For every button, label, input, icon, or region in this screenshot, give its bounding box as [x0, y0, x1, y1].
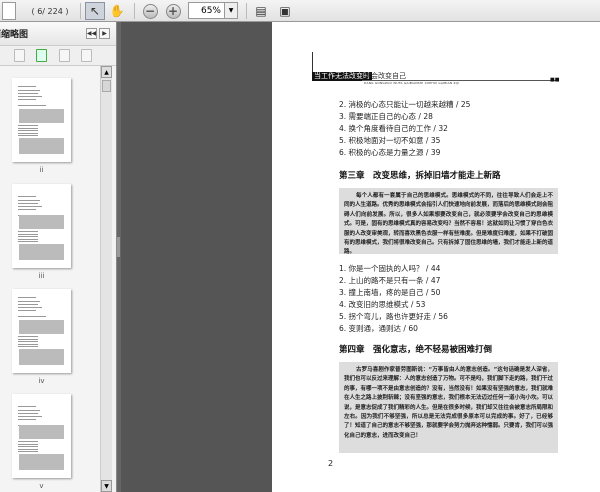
toc-entry: 3. 需要端正自己的心态 / 28	[339, 112, 433, 121]
chapter-intro: 古罗马喜剧作家普劳图斯说：“万事皆由人的意志创造。”这句话确是发人深省，我们也可…	[339, 362, 558, 453]
thumbnail-label: iv	[38, 377, 45, 385]
toc-entry: 6. 变则通，通则达 / 60	[339, 324, 418, 333]
fit-width-icon[interactable]: ▤	[254, 2, 268, 20]
delete-page-icon[interactable]	[14, 49, 25, 62]
document-page: 当工作无法改变时 学会改变自己 DANG GONGZUO WUFA GAIBIA…	[272, 22, 600, 492]
panel-splitter[interactable]	[116, 22, 121, 492]
toc-entry: 2. 消极的心态只能让一切越来越糟 / 25	[339, 100, 471, 109]
scroll-thumb[interactable]	[102, 80, 111, 92]
extract-page-icon[interactable]	[36, 49, 47, 62]
scroll-down-icon[interactable]: ▼	[101, 480, 112, 492]
zoom-dropdown-icon[interactable]: ▼	[224, 2, 238, 19]
page-thumbnail[interactable]	[12, 78, 71, 162]
toc-entry: 5. 积极地面对一切不如意 / 35	[339, 136, 441, 145]
separator	[246, 3, 247, 19]
panel-title: 页面缩略图	[0, 30, 29, 40]
toc-entry: 2. 上山的路不是只有一条 / 47	[339, 276, 441, 285]
collapse-panel-button[interactable]: ◀◀	[86, 28, 97, 39]
toc-entry: 5. 拐个弯儿，路也许更好走 / 56	[339, 312, 448, 321]
thumbnail-label: ii	[39, 166, 44, 174]
page-thumbnail[interactable]	[12, 289, 71, 373]
toc-entry: 3. 撞上南墙，疼的是自己 / 50	[339, 288, 441, 297]
thumbnails-panel: 页面缩略图 ◀◀ ▶ iiiiiivv ▲ ▼	[0, 22, 116, 492]
header-dots: ■■	[550, 77, 560, 83]
toc-entry: 6. 积极的心态是力量之源 / 39	[339, 148, 441, 157]
page-number: 2	[328, 459, 334, 468]
panel-options-button[interactable]: ▶	[99, 28, 110, 39]
page-thumbnail[interactable]	[12, 184, 71, 268]
print-page-icon[interactable]	[81, 49, 92, 62]
thumbnail-list: ii iii iv v	[0, 66, 100, 492]
thumbnail-label: v	[39, 482, 44, 490]
separator	[80, 3, 81, 19]
page-number-input[interactable]	[2, 2, 16, 20]
panel-header: 页面缩略图 ◀◀ ▶	[0, 22, 116, 46]
zoom-out-icon[interactable]: −	[141, 2, 159, 20]
chapter-heading: 第四章 强化意志，绝不轻易被困难打倒	[339, 345, 493, 355]
select-tool-icon[interactable]: ↖	[85, 2, 105, 20]
hand-tool-icon[interactable]: ✋	[108, 2, 126, 20]
toc-entry: 4. 改变旧的思维模式 / 53	[339, 300, 426, 309]
rotate-page-icon[interactable]	[59, 49, 70, 62]
thumbnail-label: iii	[38, 272, 45, 280]
running-header-pinyin: DANG GONGZUO WUFA GAIBIANSHI XUEHUI GAIB…	[364, 81, 459, 85]
separator	[134, 3, 135, 19]
scroll-up-icon[interactable]: ▲	[101, 66, 112, 78]
page-thumbnail[interactable]	[12, 394, 71, 478]
panel-toolbar	[0, 46, 116, 66]
zoom-in-icon[interactable]: +	[164, 2, 182, 20]
toc-entry: 4. 换个角度看待自己的工作 / 32	[339, 124, 448, 133]
chapter-intro: 每个人都有一套属于自己的思维模式。思维模式的不同，往往导致人们会走上不同的人生道…	[339, 188, 558, 255]
thumbnail-scrollbar[interactable]: ▲ ▼	[100, 66, 112, 492]
page-count: ( 6/ 224 )	[31, 6, 69, 16]
fit-page-icon[interactable]: ▣	[278, 2, 292, 20]
toolbar: ( 6/ 224 ) ↖ ✋ − + 65% ▼ ▤ ▣	[0, 0, 600, 22]
chapter-heading: 第三章 改变思维，拆掉旧墙才能走上新路	[339, 171, 501, 181]
toc-entry: 1. 你是一个固执的人吗？ / 44	[339, 264, 441, 273]
splitter-grip[interactable]	[117, 237, 120, 257]
